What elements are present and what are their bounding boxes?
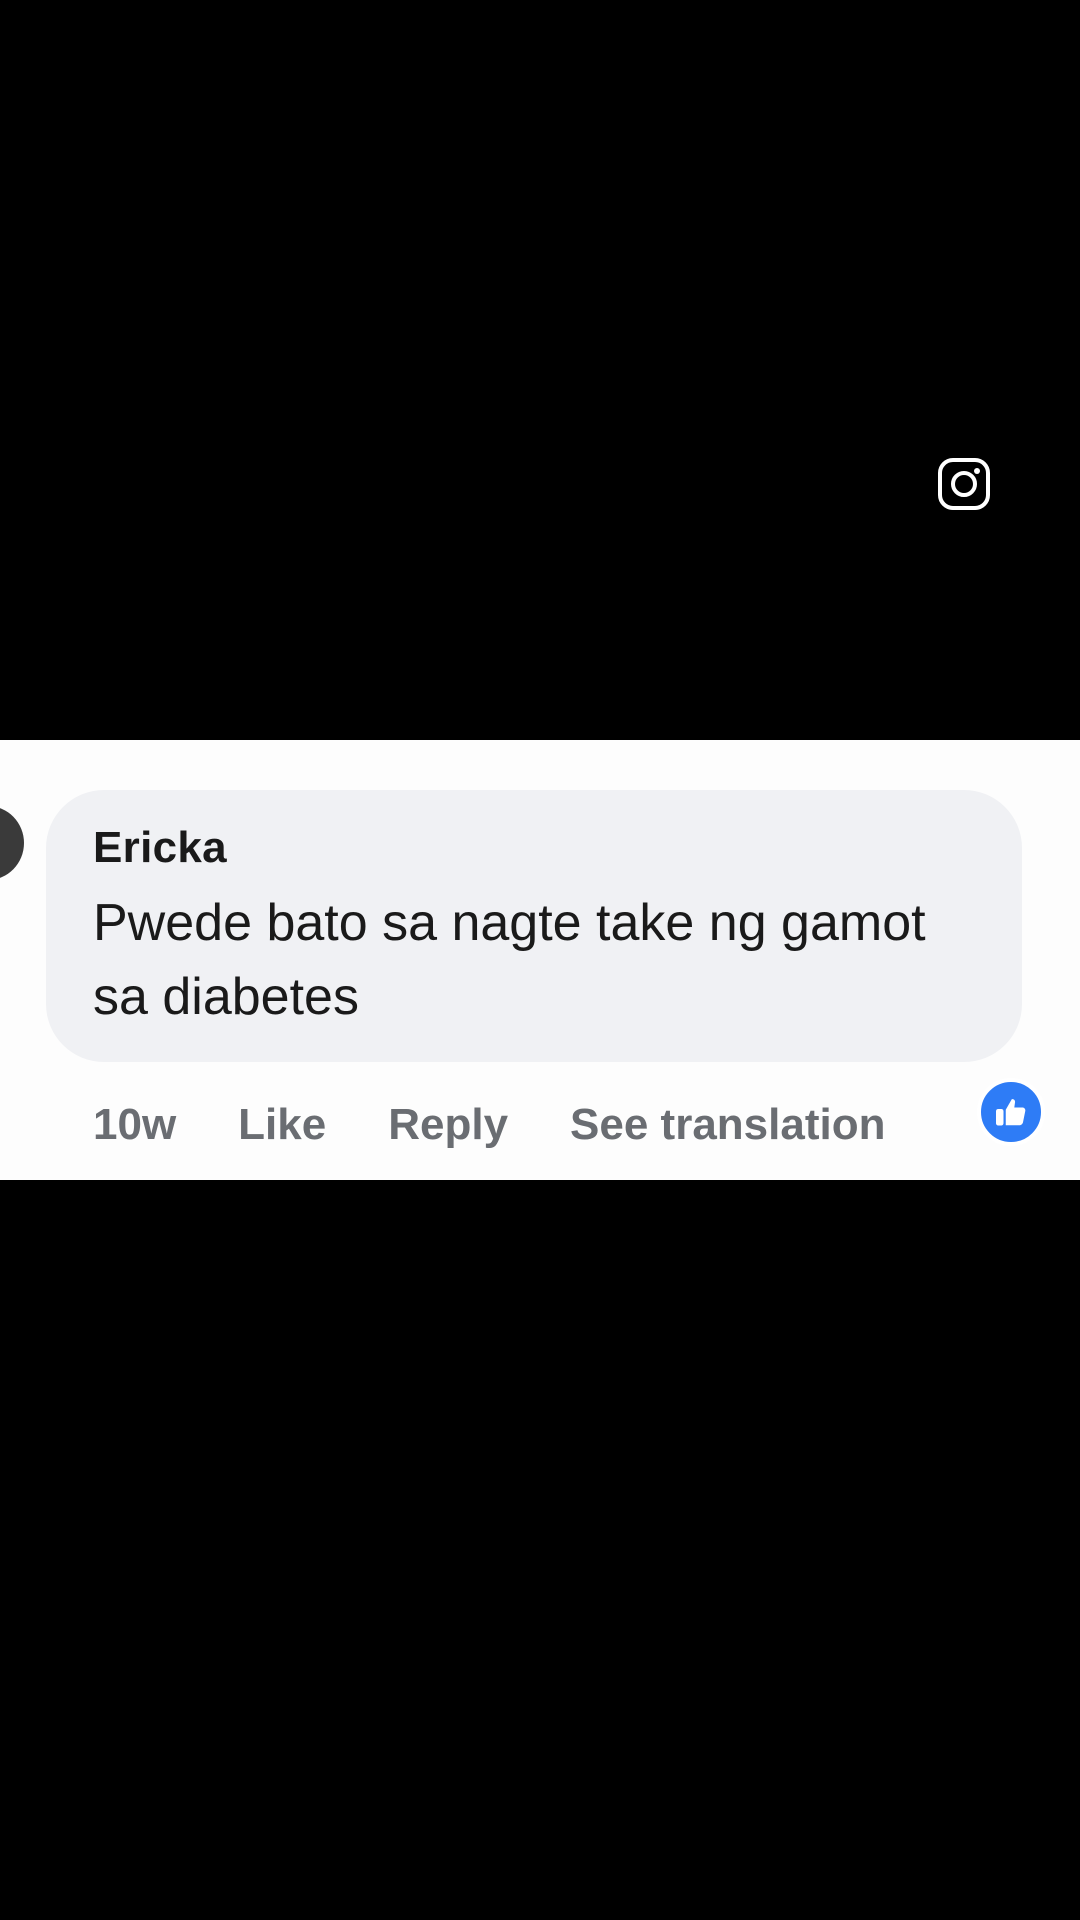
like-button[interactable]: Like	[238, 1100, 326, 1150]
screen: Ericka Pwede bato sa nagte take ng gamot…	[0, 0, 1080, 1920]
comment-actions: 10w Like Reply See translation	[93, 1085, 947, 1165]
comment-timestamp: 10w	[93, 1100, 177, 1149]
thumbs-up-icon	[996, 1099, 1026, 1126]
instagram-icon	[938, 458, 990, 510]
like-reaction-badge[interactable]	[977, 1078, 1045, 1146]
comment-bubble: Ericka Pwede bato sa nagte take ng gamot…	[46, 790, 1022, 1062]
avatar[interactable]	[0, 806, 24, 880]
see-translation-link[interactable]: See translation	[570, 1100, 885, 1150]
comment-card: Ericka Pwede bato sa nagte take ng gamot…	[0, 740, 1080, 1180]
comment-author[interactable]: Ericka	[93, 820, 1022, 876]
comment-text: Pwede bato sa nagte take ng gamot sa dia…	[93, 894, 926, 1026]
reply-button[interactable]: Reply	[388, 1100, 508, 1150]
